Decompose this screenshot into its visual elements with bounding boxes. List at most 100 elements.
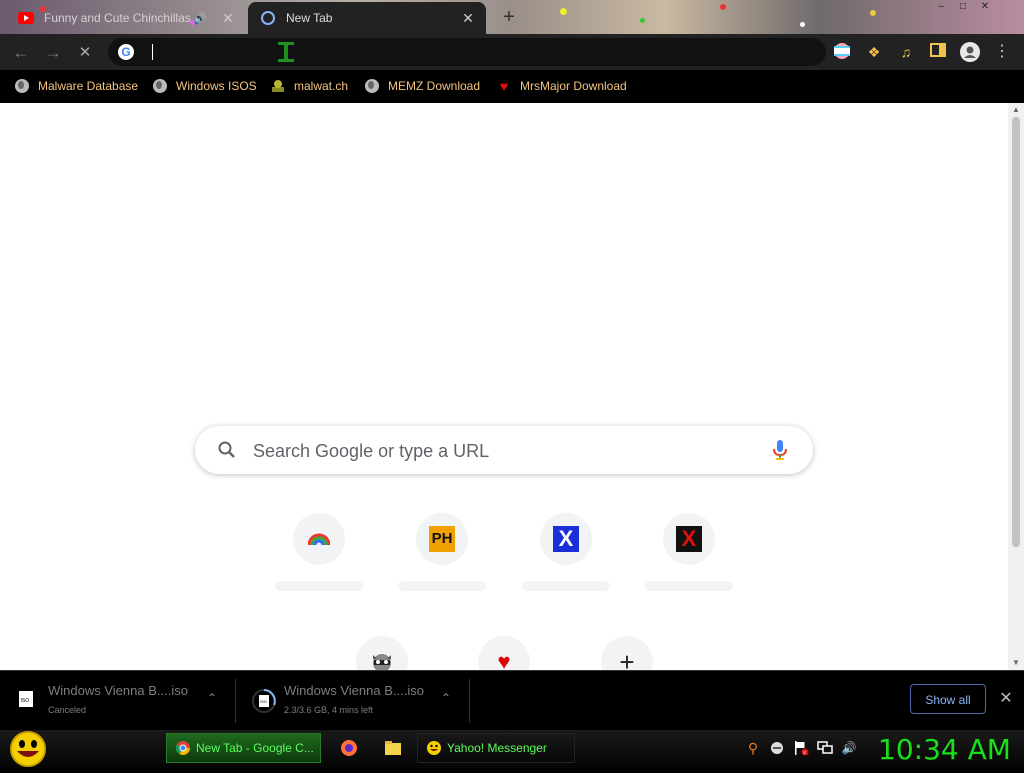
yahoo-messenger-icon — [426, 740, 442, 756]
bookmark-label: MrsMajor Download — [520, 79, 627, 93]
chrome-newtab-icon — [260, 10, 276, 26]
browser-toolbar: ← → ✕ G ❖ ♫ ⋮ — [0, 34, 1024, 70]
close-window-button[interactable]: ✕ — [974, 0, 996, 14]
heart-icon: ♥ — [478, 636, 530, 670]
window-controls: – □ ✕ — [930, 0, 996, 14]
taskbar: New Tab - Google C... Yahoo! Messenger ⚲… — [0, 730, 1024, 768]
microphone-icon[interactable] — [771, 439, 789, 466]
svg-text:ISO: ISO — [21, 698, 30, 704]
bookmark-malwatch[interactable]: malwat.ch — [270, 76, 348, 96]
minimize-button[interactable]: – — [930, 0, 952, 14]
shortcut-label-placeholder — [275, 581, 363, 591]
media-controls-icon[interactable]: ♫ — [896, 42, 916, 62]
download-filename: Windows Vienna B....iso — [284, 683, 424, 698]
audio-playing-icon[interactable]: 🔊 — [192, 10, 208, 26]
cursor-extension-icon — [276, 40, 296, 64]
side-panel-icon[interactable] — [928, 42, 948, 62]
shortcut-tile[interactable]: ♥ — [448, 630, 560, 670]
add-shortcut-icon: + — [601, 636, 653, 670]
ph-icon: PH — [416, 513, 468, 565]
divider — [469, 679, 470, 723]
new-tab-page: PH X X ♥ + — [0, 103, 1008, 670]
messenger-tray-icon[interactable] — [768, 739, 786, 757]
close-tab-icon[interactable]: ✕ — [458, 10, 478, 27]
close-downloads-icon[interactable]: ✕ — [996, 689, 1016, 709]
download-item[interactable]: ISO Windows Vienna B....iso 2.3/3.6 GB, … — [236, 671, 470, 730]
shortcut-label-placeholder — [522, 581, 610, 591]
blue-x-icon: X — [540, 513, 592, 565]
network-icon[interactable] — [816, 739, 834, 757]
menu-kebab-icon[interactable]: ⋮ — [992, 42, 1012, 62]
back-button[interactable]: ← — [10, 42, 32, 64]
bookmark-label: MEMZ Download — [388, 79, 481, 93]
red-x-icon: X — [663, 513, 715, 565]
tab-new-tab[interactable]: New Tab ✕ — [248, 2, 486, 34]
scrollbar-thumb[interactable] — [1012, 117, 1020, 547]
search-tray-icon[interactable]: ⚲ — [744, 739, 762, 757]
show-all-button[interactable]: Show all — [910, 684, 986, 714]
forward-button[interactable]: → — [42, 42, 64, 64]
chevron-up-icon[interactable]: ⌃ — [438, 691, 454, 707]
download-status: Canceled — [48, 705, 87, 715]
task-label: New Tab - Google C... — [196, 741, 314, 755]
youtube-icon — [18, 10, 34, 26]
volume-icon[interactable]: 🔊 — [840, 739, 858, 757]
shortcut-tile[interactable] — [263, 507, 375, 619]
action-center-flag-icon[interactable]: x — [792, 739, 810, 757]
maximize-button[interactable]: □ — [952, 0, 974, 14]
bookmark-windows-isos[interactable]: Windows ISOS — [152, 76, 257, 96]
taskbar-chrome-window[interactable]: New Tab - Google C... — [166, 733, 321, 763]
search-box[interactable] — [195, 426, 813, 474]
close-tab-icon[interactable]: ✕ — [218, 10, 238, 27]
rainbow-icon — [293, 513, 345, 565]
scroll-up-arrow-icon[interactable]: ▲ — [1008, 103, 1024, 117]
shortcut-tile[interactable] — [326, 630, 438, 670]
stop-loading-button[interactable]: ✕ — [74, 42, 96, 64]
tab-chinchillas[interactable]: Funny and Cute Chinchillas 🔊 ✕ — [6, 2, 246, 34]
start-button[interactable] — [8, 730, 48, 768]
tab-title: Funny and Cute Chinchillas — [44, 11, 191, 25]
task-label: Yahoo! Messenger — [447, 741, 547, 755]
download-filename: Windows Vienna B....iso — [48, 683, 188, 698]
globe-icon — [364, 78, 380, 94]
downloads-bar: ISO Windows Vienna B....iso Canceled ⌃ I… — [0, 670, 1024, 730]
tab-strip: Funny and Cute Chinchillas 🔊 ✕ New Tab ✕… — [0, 0, 1024, 34]
address-bar[interactable]: G — [108, 38, 826, 66]
iso-file-icon: ISO — [16, 689, 38, 711]
search-input[interactable] — [251, 437, 755, 465]
download-status: 2.3/3.6 GB, 4 mins left — [284, 705, 374, 715]
new-tab-button[interactable]: + — [498, 6, 520, 28]
page-scrollbar[interactable]: ▲ ▼ — [1008, 103, 1024, 670]
bookmark-label: Malware Database — [38, 79, 139, 93]
system-clock[interactable]: 10:34 AM — [878, 733, 1011, 766]
heart-icon: ♥ — [499, 78, 509, 94]
globe-icon — [152, 78, 168, 94]
raccoon-icon — [356, 636, 408, 670]
shortcut-tile[interactable]: X — [510, 507, 622, 619]
bookmarks-bar: Malware Database Windows ISOS malwat.ch … — [0, 70, 1024, 102]
bookmark-label: malwat.ch — [294, 79, 349, 93]
text-caret — [152, 44, 153, 60]
shortcut-tile[interactable]: X — [633, 507, 745, 619]
scroll-down-arrow-icon[interactable]: ▼ — [1008, 656, 1024, 670]
bookmark-malware-database[interactable]: Malware Database — [14, 76, 138, 96]
bookmark-mrsmajor-download[interactable]: ♥ MrsMajor Download — [496, 76, 627, 96]
download-item[interactable]: ISO Windows Vienna B....iso Canceled ⌃ — [0, 671, 236, 730]
chrome-icon — [175, 740, 191, 756]
chevron-up-icon[interactable]: ⌃ — [204, 691, 220, 707]
extensions-icon[interactable]: ❖ — [864, 42, 884, 62]
add-shortcut-button[interactable]: + — [571, 630, 683, 670]
shortcut-label-placeholder — [645, 581, 733, 591]
iso-file-icon: ISO — [252, 689, 276, 713]
folder-icon[interactable] — [383, 738, 403, 758]
malwatch-icon — [270, 78, 286, 94]
firefox-icon[interactable] — [339, 738, 359, 758]
shortcut-label-placeholder — [398, 581, 486, 591]
svg-text:ISO: ISO — [260, 699, 267, 704]
profile-avatar-icon[interactable] — [960, 42, 980, 62]
globe-icon — [14, 78, 30, 94]
bookmark-memz-download[interactable]: MEMZ Download — [364, 76, 480, 96]
shortcut-tile[interactable]: PH — [386, 507, 498, 619]
taskbar-yahoo-messenger[interactable]: Yahoo! Messenger — [417, 733, 575, 763]
profile-flag-icon[interactable] — [832, 42, 852, 62]
